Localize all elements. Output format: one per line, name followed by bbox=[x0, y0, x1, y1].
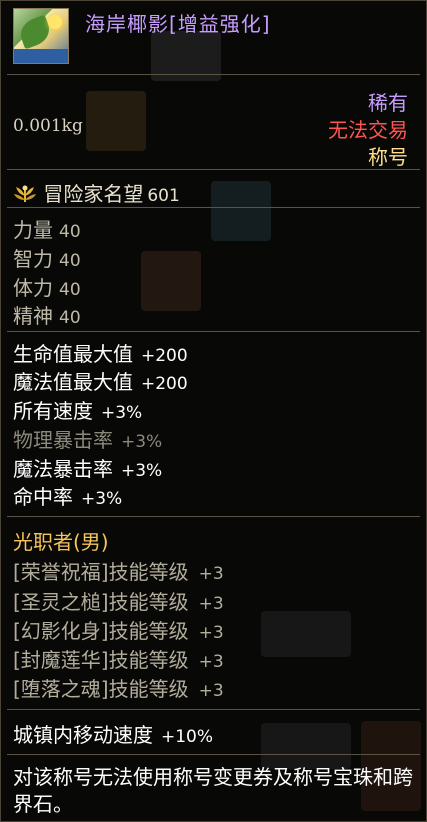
bonus-label: 物理暴击率 bbox=[13, 428, 113, 452]
bonus-value: +3% bbox=[81, 489, 123, 509]
stat-value: 40 bbox=[59, 308, 81, 328]
skill-row: [幻影化身]技能等级 +3 bbox=[13, 615, 224, 644]
divider bbox=[7, 74, 420, 75]
skill-row: [封魔莲华]技能等级 +3 bbox=[13, 644, 224, 673]
skill-row: [圣灵之槌]技能等级 +3 bbox=[13, 586, 224, 615]
bonus-row: 魔法值最大值 +200 bbox=[13, 366, 188, 395]
skill-label: [幻影化身]技能等级 bbox=[13, 619, 189, 643]
town-move-value: +10% bbox=[161, 727, 214, 747]
stat-value: 40 bbox=[59, 222, 81, 242]
bonus-label: 所有速度 bbox=[13, 399, 93, 423]
job-label: 光职者(男) bbox=[13, 530, 109, 554]
skill-row: [堕落之魂]技能等级 +3 bbox=[13, 673, 224, 702]
sun-shape bbox=[48, 15, 62, 29]
stat-label: 力量 bbox=[13, 218, 53, 242]
skill-label: [荣誉祝福]技能等级 bbox=[13, 560, 189, 584]
bonus-value: +3% bbox=[121, 461, 163, 481]
background-slot bbox=[261, 611, 351, 657]
stat-value: 40 bbox=[59, 251, 81, 271]
bonus-label: 魔法值最大值 bbox=[13, 370, 133, 394]
skill-value: +3 bbox=[198, 681, 224, 701]
laurel-wreath-icon bbox=[14, 185, 36, 202]
item-title: 海岸椰影[增益强化] bbox=[85, 12, 271, 36]
divider bbox=[7, 516, 420, 517]
skill-label: [圣灵之槌]技能等级 bbox=[13, 590, 189, 614]
bonus-label: 生命值最大值 bbox=[13, 342, 133, 366]
divider bbox=[7, 709, 420, 710]
item-weight: 0.001kg bbox=[13, 116, 83, 136]
skill-value: +3 bbox=[198, 623, 224, 643]
bonus-row: 魔法暴击率 +3% bbox=[13, 453, 162, 482]
bonus-row: 生命值最大值 +200 bbox=[13, 338, 188, 367]
stat-label: 精神 bbox=[13, 304, 53, 328]
divider bbox=[7, 207, 420, 208]
skill-row: [荣誉祝福]技能等级 +3 bbox=[13, 556, 224, 585]
background-slot bbox=[211, 181, 271, 241]
item-description: 对该称号无法使用称号变更券及称号宝珠和跨界石。 bbox=[13, 765, 413, 816]
skill-label: [封魔莲华]技能等级 bbox=[13, 648, 189, 672]
fame-label: 冒险家名望 bbox=[43, 182, 144, 206]
stat-label: 智力 bbox=[13, 247, 53, 271]
bonus-value: +3% bbox=[101, 403, 143, 423]
bonus-value: +3% bbox=[121, 432, 163, 452]
background-slot bbox=[141, 251, 201, 311]
skill-value: +3 bbox=[198, 652, 224, 672]
skill-value: +3 bbox=[198, 564, 224, 584]
bonus-row: 命中率 +3% bbox=[13, 481, 122, 510]
trade-status: 无法交易 bbox=[328, 118, 408, 142]
sea-shape bbox=[14, 49, 68, 63]
item-type: 称号 bbox=[368, 145, 408, 169]
stat-row: 体力 40 bbox=[13, 272, 81, 301]
stat-row: 精神 40 bbox=[13, 300, 81, 329]
bonus-label: 命中率 bbox=[13, 485, 73, 509]
town-move-speed: 城镇内移动速度 +10% bbox=[13, 719, 213, 748]
background-slot bbox=[261, 723, 351, 769]
stat-value: 40 bbox=[59, 280, 81, 300]
skill-value: +3 bbox=[198, 594, 224, 614]
divider bbox=[7, 754, 420, 755]
divider bbox=[7, 331, 420, 332]
stat-row: 智力 40 bbox=[13, 243, 81, 272]
bonus-row: 物理暴击率 +3% bbox=[13, 424, 162, 453]
rarity-label: 稀有 bbox=[368, 91, 408, 115]
bonus-value: +200 bbox=[141, 374, 188, 394]
stat-row: 力量 40 bbox=[13, 214, 81, 243]
fame-value: 601 bbox=[147, 186, 180, 206]
divider bbox=[7, 169, 420, 170]
item-tooltip: 海岸椰影[增益强化] 稀有 无法交易 称号 0.001kg 冒险家名望 601 力… bbox=[0, 0, 427, 822]
skill-label: [堕落之魂]技能等级 bbox=[13, 677, 189, 701]
bonus-row: 所有速度 +3% bbox=[13, 395, 142, 424]
bonus-label: 魔法暴击率 bbox=[13, 457, 113, 481]
beach-palm-title-icon bbox=[13, 8, 69, 64]
stat-label: 体力 bbox=[13, 276, 53, 300]
adventurer-fame: 冒险家名望 601 bbox=[13, 178, 180, 207]
background-slot bbox=[86, 91, 146, 151]
bonus-value: +200 bbox=[141, 346, 188, 366]
town-move-label: 城镇内移动速度 bbox=[13, 723, 153, 747]
